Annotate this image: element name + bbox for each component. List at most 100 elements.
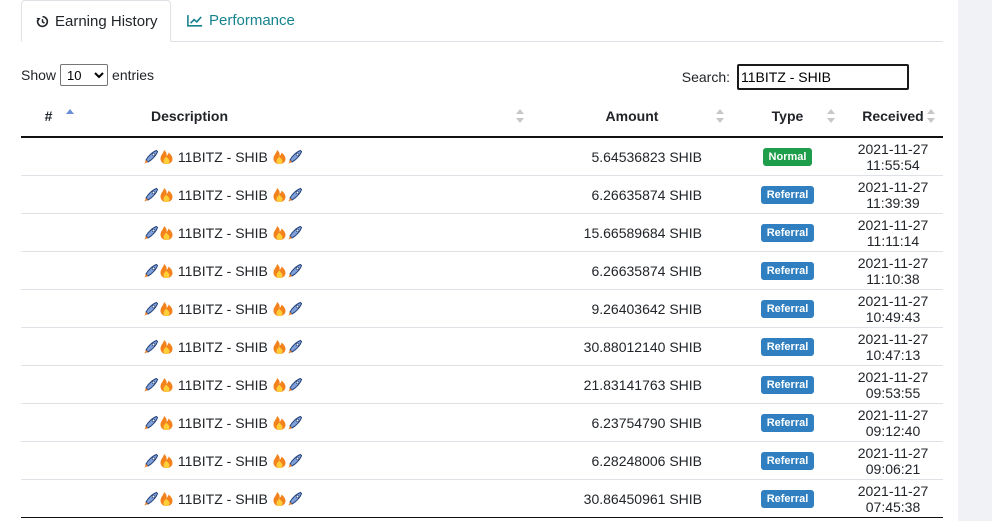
type-badge: Referral <box>760 261 815 281</box>
fire-icon <box>159 453 174 469</box>
row-type: Referral <box>732 327 843 366</box>
rocket-icon <box>287 377 303 393</box>
row-amount: 6.26635874 SHIB <box>532 175 732 214</box>
row-type: Referral <box>732 289 843 328</box>
column-header-num[interactable]: # <box>21 96 76 138</box>
row-received: 2021-11-27 07:45:38 <box>843 479 943 518</box>
row-num <box>21 365 76 404</box>
row-received: 2021-11-27 09:53:55 <box>843 365 943 404</box>
row-amount: 5.64536823 SHIB <box>532 137 732 176</box>
type-badge: Referral <box>760 223 815 243</box>
description-text: 11BITZ - SHIB <box>177 300 268 317</box>
search-control: Search: <box>682 64 909 90</box>
tab-bar: Earning History Performance <box>21 0 943 42</box>
search-input[interactable] <box>737 64 909 90</box>
table-row: 11BITZ - SHIB 30.88012140 SHIB Referral … <box>21 327 943 366</box>
row-received: 2021-11-27 09:12:40 <box>843 403 943 442</box>
row-received: 2021-11-27 11:10:38 <box>843 251 943 290</box>
description-text: 11BITZ - SHIB <box>177 224 268 241</box>
fire-icon <box>272 339 287 355</box>
rocket-icon <box>287 491 303 507</box>
tab-performance[interactable]: Performance <box>187 0 295 41</box>
table-row: 11BITZ - SHIB 6.23754790 SHIB Referral 2… <box>21 403 943 442</box>
table-row: 11BITZ - SHIB 21.83141763 SHIB Referral … <box>21 365 943 404</box>
entries-label: entries <box>112 67 155 83</box>
row-description: 11BITZ - SHIB <box>76 365 532 404</box>
row-num <box>21 403 76 442</box>
description-header-label: Description <box>151 108 229 124</box>
column-header-description[interactable]: Description <box>76 96 532 138</box>
fire-icon <box>159 339 174 355</box>
rocket-icon <box>287 453 303 469</box>
fire-icon <box>159 225 174 241</box>
fire-icon <box>159 149 174 165</box>
rocket-icon <box>143 225 159 241</box>
type-badge: Referral <box>760 489 815 509</box>
fire-icon <box>159 263 174 279</box>
row-description: 11BITZ - SHIB <box>76 403 532 442</box>
type-badge: Referral <box>760 451 815 471</box>
row-num <box>21 479 76 518</box>
type-badge: Referral <box>760 337 815 357</box>
tab-earning-history-label: Earning History <box>55 12 158 30</box>
description-text: 11BITZ - SHIB <box>177 414 268 431</box>
row-amount: 9.26403642 SHIB <box>532 289 732 328</box>
row-description: 11BITZ - SHIB <box>76 441 532 480</box>
history-icon <box>36 15 49 28</box>
type-badge: Referral <box>760 185 815 205</box>
fire-icon <box>272 301 287 317</box>
rocket-icon <box>143 187 159 203</box>
row-num <box>21 289 76 328</box>
show-label: Show <box>21 67 57 83</box>
row-description: 11BITZ - SHIB <box>76 479 532 518</box>
sort-asc-icon <box>66 109 74 123</box>
row-num <box>21 175 76 214</box>
table-row: 11BITZ - SHIB 6.26635874 SHIB Referral 2… <box>21 175 943 214</box>
earnings-table: # Description Amount Type Received 11BIT… <box>21 96 943 518</box>
fire-icon <box>159 491 174 507</box>
row-description: 11BITZ - SHIB <box>76 289 532 328</box>
rocket-icon <box>287 149 303 165</box>
amount-header-label: Amount <box>605 108 659 124</box>
fire-icon <box>272 453 287 469</box>
row-amount: 6.28248006 SHIB <box>532 441 732 480</box>
fire-icon <box>159 377 174 393</box>
description-text: 11BITZ - SHIB <box>177 490 268 507</box>
description-text: 11BITZ - SHIB <box>177 376 268 393</box>
fire-icon <box>272 187 287 203</box>
row-received: 2021-11-27 11:39:39 <box>843 175 943 214</box>
row-type: Referral <box>732 251 843 290</box>
row-description: 11BITZ - SHIB <box>76 251 532 290</box>
rocket-icon <box>287 301 303 317</box>
fire-icon <box>272 491 287 507</box>
column-header-amount[interactable]: Amount <box>532 96 732 138</box>
row-description: 11BITZ - SHIB <box>76 137 532 176</box>
page-length-select[interactable]: 10 <box>60 64 109 86</box>
row-received: 2021-11-27 11:55:54 <box>843 137 943 176</box>
row-amount: 6.26635874 SHIB <box>532 251 732 290</box>
earnings-panel: Earning History Performance Show 10 entr… <box>0 0 958 521</box>
fire-icon <box>272 149 287 165</box>
table-row: 11BITZ - SHIB 30.86450961 SHIB Referral … <box>21 479 943 518</box>
column-header-type[interactable]: Type <box>732 96 843 138</box>
row-received: 2021-11-27 09:06:21 <box>843 441 943 480</box>
fire-icon <box>159 415 174 431</box>
tab-earning-history[interactable]: Earning History <box>21 0 171 42</box>
column-header-received[interactable]: Received <box>843 96 943 138</box>
row-amount: 6.23754790 SHIB <box>532 403 732 442</box>
table-row: 11BITZ - SHIB 15.66589684 SHIB Referral … <box>21 213 943 252</box>
description-text: 11BITZ - SHIB <box>177 262 268 279</box>
rocket-icon <box>143 149 159 165</box>
row-num <box>21 327 76 366</box>
chart-line-icon <box>187 14 203 27</box>
num-header-label: # <box>44 108 53 124</box>
row-amount: 15.66589684 SHIB <box>532 213 732 252</box>
fire-icon <box>159 187 174 203</box>
fire-icon <box>159 301 174 317</box>
row-type: Referral <box>732 175 843 214</box>
rocket-icon <box>287 415 303 431</box>
type-header-label: Type <box>771 108 804 124</box>
page-length-control: Show 10 entries <box>21 64 154 86</box>
row-description: 11BITZ - SHIB <box>76 213 532 252</box>
row-received: 2021-11-27 11:11:14 <box>843 213 943 252</box>
